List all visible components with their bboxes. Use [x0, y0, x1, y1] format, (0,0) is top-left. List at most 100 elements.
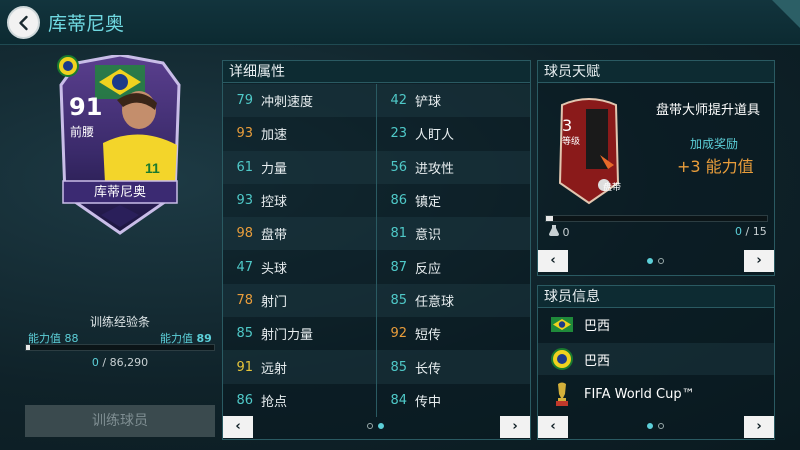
attributes-grid: 79 冲刺速度 42 铲球 93 加速 23 人盯人 61 力量 56 进攻性 93 控球 86 镇定 98 盘带… [223, 84, 530, 417]
attribute-cell: 87 反应 [377, 250, 530, 283]
info-text: 巴西 [584, 353, 611, 369]
attribute-value: 86 [390, 193, 407, 209]
talent-owned: 0 [549, 225, 570, 239]
page-dot[interactable] [658, 258, 664, 264]
talent-prev-button[interactable]: ‹ [538, 250, 568, 272]
attribute-value: 86 [236, 392, 253, 408]
talent-level-label: 等级 [562, 137, 581, 147]
attribute-cell: 47 头球 [223, 250, 377, 284]
attribute-cell: 92 短传 [377, 317, 530, 350]
attribute-value: 91 [236, 359, 253, 375]
attribute-row: 91 远射 85 长传 [223, 350, 530, 384]
talent-progress-count: 0 / 15 [735, 225, 767, 238]
attribute-value: 85 [236, 326, 253, 342]
page-dot[interactable] [647, 423, 653, 429]
info-row-team: 巴西 [538, 343, 774, 375]
attribute-row: 79 冲刺速度 42 铲球 [223, 84, 530, 118]
attributes-title: 详细属性 [223, 61, 530, 83]
attribute-name: 冲刺速度 [261, 95, 314, 111]
attribute-name: 加速 [261, 128, 288, 144]
talent-page-dots [647, 258, 664, 264]
attribute-cell: 42 铲球 [377, 84, 530, 117]
attribute-name: 人盯人 [415, 128, 455, 144]
attribute-value: 47 [236, 259, 253, 275]
attributes-prev-button[interactable]: ‹ [223, 416, 253, 438]
page-dot[interactable] [378, 423, 384, 429]
attribute-row: 98 盘带 81 意识 [223, 217, 530, 251]
attribute-name: 短传 [415, 328, 442, 344]
attribute-value: 79 [236, 93, 253, 109]
attribute-name: 任意球 [415, 294, 455, 310]
info-row-nation: 巴西 [538, 308, 774, 340]
attribute-row: 61 力量 56 进攻性 [223, 150, 530, 184]
attribute-row: 85 射门力量 92 短传 [223, 317, 530, 351]
attribute-cell: 84 传中 [377, 384, 530, 417]
attribute-cell: 79 冲刺速度 [223, 84, 377, 118]
attribute-cell: 85 射门力量 [223, 317, 377, 351]
info-page-dots [647, 423, 664, 429]
back-button[interactable] [7, 6, 40, 39]
attribute-value: 92 [390, 326, 407, 342]
attribute-value: 87 [390, 259, 407, 275]
attribute-cell: 98 盘带 [223, 217, 377, 251]
attribute-cell: 56 进攻性 [377, 151, 530, 184]
attribute-cell: 85 任意球 [377, 284, 530, 317]
info-prev-button[interactable]: ‹ [538, 416, 568, 438]
world-cup-icon [556, 382, 568, 406]
page-dot[interactable] [647, 258, 653, 264]
attribute-row: 47 头球 87 反应 [223, 250, 530, 284]
attribute-value: 23 [390, 126, 407, 142]
attribute-name: 铲球 [415, 95, 442, 111]
attribute-cell: 78 射门 [223, 283, 377, 318]
attribute-value: 42 [390, 93, 407, 109]
attribute-name: 远射 [261, 361, 288, 377]
talent-next-button[interactable]: › [744, 250, 774, 272]
talent-progress-bar [545, 215, 768, 222]
attribute-name: 控球 [261, 195, 288, 211]
card-position: 前腰 [70, 125, 95, 139]
attribute-name: 射门力量 [261, 328, 314, 344]
training-progress-bar [25, 344, 215, 351]
player-info-title: 球员信息 [538, 286, 774, 308]
page-dot[interactable] [658, 423, 664, 429]
train-player-button[interactable]: 训练球员 [25, 405, 215, 437]
attribute-row: 78 射门 85 任意球 [223, 283, 530, 318]
talent-reward-label: 加成奖励 [690, 137, 739, 151]
talent-skill-label: 盘带 [602, 183, 621, 193]
svg-text:11: 11 [145, 160, 160, 176]
attributes-next-button[interactable]: › [500, 416, 530, 438]
page-dot[interactable] [367, 423, 373, 429]
attribute-name: 盘带 [261, 228, 288, 244]
page-title: 库蒂尼奥 [48, 13, 125, 35]
info-next-button[interactable]: › [744, 416, 774, 438]
attribute-value: 98 [236, 226, 253, 242]
talent-title: 球员天赋 [538, 61, 774, 83]
attributes-panel: 详细属性 79 冲刺速度 42 铲球 93 加速 23 人盯人 61 力量 56 进攻性 93 控球 86 镇… [222, 60, 531, 440]
attribute-name: 头球 [261, 261, 288, 277]
attribute-value: 93 [236, 193, 253, 209]
attribute-value: 61 [236, 159, 253, 175]
attribute-value: 78 [236, 292, 253, 308]
attribute-cell: 93 控球 [223, 183, 377, 218]
chevron-left-icon [18, 15, 28, 30]
attribute-row: 93 加速 23 人盯人 [223, 117, 530, 151]
attribute-value: 85 [390, 292, 407, 308]
info-row-league: FIFA World Cup™ [538, 378, 774, 410]
attribute-name: 长传 [415, 361, 442, 377]
brazil-badge-icon [551, 348, 573, 370]
attributes-page-dots [367, 423, 384, 429]
talent-level-number: 3 [562, 116, 573, 135]
talent-reward-value: +3 能力值 [677, 157, 754, 176]
attribute-cell: 23 人盯人 [377, 117, 530, 150]
attribute-value: 81 [390, 226, 407, 242]
attribute-row: 86 抢点 84 传中 [223, 383, 530, 417]
attribute-value: 84 [390, 392, 407, 408]
attribute-cell: 86 抢点 [223, 383, 377, 417]
card-rating: 91 [69, 93, 103, 121]
attribute-name: 传中 [415, 394, 442, 410]
attribute-name: 意识 [415, 228, 442, 244]
attribute-cell: 91 远射 [223, 350, 377, 384]
attribute-cell: 81 意识 [377, 217, 530, 250]
attribute-name: 射门 [261, 294, 288, 310]
info-text: FIFA World Cup™ [584, 386, 695, 402]
